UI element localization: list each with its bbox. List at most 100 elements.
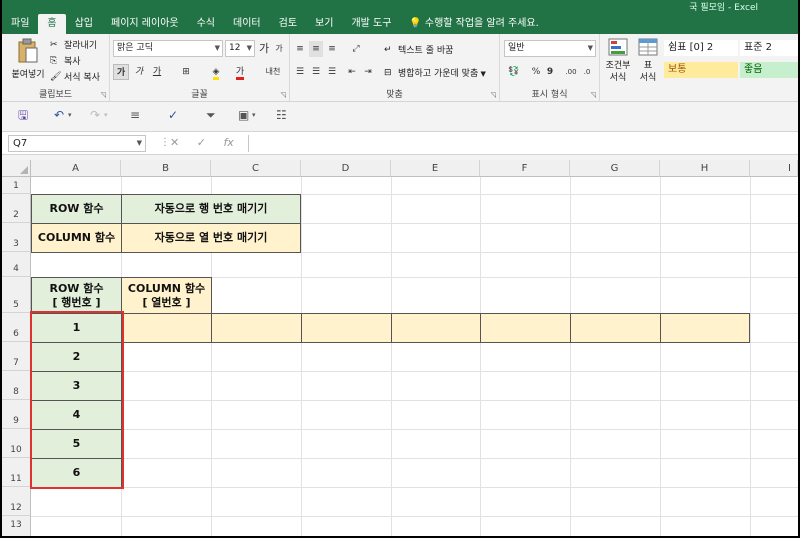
row-header-13[interactable]: 13: [2, 516, 31, 536]
number-format-select[interactable]: 일반 ▼: [504, 40, 596, 57]
tab-view[interactable]: 보기: [306, 14, 342, 34]
cut-button[interactable]: ✂ 잘라내기: [50, 38, 97, 52]
tab-insert[interactable]: 삽입: [66, 14, 102, 34]
increase-decimal-button[interactable]: .00: [564, 64, 578, 80]
align-bottom-button[interactable]: ≡: [325, 41, 339, 57]
redo-icon[interactable]: ↷: [90, 107, 100, 123]
dialog-launcher-icon[interactable]: ◹: [101, 91, 106, 99]
tab-page-layout[interactable]: 페이지 레이아웃: [102, 14, 188, 34]
row-header-6[interactable]: 6: [2, 313, 31, 342]
column-header-e[interactable]: E: [391, 160, 480, 177]
row-header-12[interactable]: 12: [2, 487, 31, 516]
cell-a5[interactable]: ROW 함수 [ 행번호 ]: [31, 277, 122, 314]
tell-me-search[interactable]: 💡 수행할 작업을 알려 주세요.: [400, 14, 547, 34]
comma-button[interactable]: 9: [544, 64, 556, 80]
align-center-button[interactable]: ☰: [309, 64, 323, 80]
camera-icon[interactable]: ▣: [238, 107, 249, 123]
form-icon[interactable]: ☷: [276, 107, 287, 123]
formula-input[interactable]: [248, 135, 796, 152]
row-header-2[interactable]: 2: [2, 194, 31, 223]
cell-h6[interactable]: [660, 313, 750, 343]
font-size-select[interactable]: 12 ▼: [225, 40, 255, 57]
align-middle-button[interactable]: ≡: [309, 41, 323, 57]
enter-icon[interactable]: ✓: [197, 136, 206, 149]
row-header-7[interactable]: 7: [2, 342, 31, 371]
border-button[interactable]: ⊞: [176, 64, 196, 80]
tab-home[interactable]: 홈: [38, 14, 66, 34]
row-header-9[interactable]: 9: [2, 400, 31, 429]
dialog-launcher-icon[interactable]: ◹: [491, 91, 496, 99]
wrap-text-button[interactable]: ↵ 텍스트 줄 바꿈: [384, 43, 453, 57]
cell-c6[interactable]: [211, 313, 302, 343]
cell-b5[interactable]: COLUMN 함수 [ 열번호 ]: [121, 277, 212, 314]
redo-dropdown-icon[interactable]: ▾: [104, 107, 108, 123]
cell-e6[interactable]: [391, 313, 481, 343]
decrease-decimal-button[interactable]: .0: [580, 64, 594, 80]
align-right-button[interactable]: ☰: [325, 64, 339, 80]
underline-button[interactable]: 가: [149, 64, 165, 80]
camera-dropdown-icon[interactable]: ▾: [252, 107, 256, 123]
paste-button[interactable]: 붙여넣기: [10, 38, 46, 80]
font-color-button[interactable]: 가: [230, 64, 250, 80]
cell-b6[interactable]: [121, 313, 212, 343]
style-neutral[interactable]: 보통: [664, 62, 738, 78]
column-header-g[interactable]: G: [570, 160, 660, 177]
style-normal-2[interactable]: 표준 2: [740, 40, 798, 56]
style-good[interactable]: 좋음: [740, 62, 798, 78]
decrease-indent-button[interactable]: ⇤: [345, 64, 359, 80]
row-header-4[interactable]: 4: [2, 252, 31, 277]
fill-color-button[interactable]: ◈: [206, 64, 226, 80]
filter-icon[interactable]: ⏷: [206, 107, 216, 123]
undo-dropdown-icon[interactable]: ▾: [68, 107, 72, 123]
phonetic-button[interactable]: 내천: [260, 64, 286, 80]
row-header-10[interactable]: 10: [2, 429, 31, 458]
style-comma0-2[interactable]: 쉼표 [0] 2: [664, 40, 738, 56]
cell-f6[interactable]: [480, 313, 571, 343]
insert-function-icon[interactable]: fx: [223, 136, 233, 149]
align-center-icon[interactable]: ≡: [130, 107, 140, 123]
conditional-format-button[interactable]: 조건부 서식: [604, 38, 632, 84]
tab-review[interactable]: 검토: [270, 14, 306, 34]
copy-button[interactable]: ⎘ 복사: [50, 54, 81, 68]
cell-d6[interactable]: [301, 313, 392, 343]
row-header-8[interactable]: 8: [2, 371, 31, 400]
cell-b2[interactable]: 자동으로 행 번호 매기기: [121, 194, 301, 224]
orientation-button[interactable]: ⤢: [345, 41, 367, 57]
save-icon[interactable]: 🖫: [18, 107, 28, 123]
cell-a3[interactable]: COLUMN 함수: [31, 223, 122, 253]
italic-button[interactable]: 가: [131, 64, 147, 80]
select-all-button[interactable]: [2, 160, 31, 177]
cell-g6[interactable]: [570, 313, 661, 343]
format-as-table-button[interactable]: 표 서식: [634, 38, 662, 84]
align-top-button[interactable]: ≡: [293, 41, 307, 57]
column-header-d[interactable]: D: [301, 160, 391, 177]
dialog-launcher-icon[interactable]: ◹: [591, 91, 596, 99]
grow-font-button[interactable]: 가: [257, 41, 271, 57]
shrink-font-button[interactable]: 가: [272, 41, 286, 57]
column-header-f[interactable]: F: [480, 160, 570, 177]
column-header-h[interactable]: H: [660, 160, 750, 177]
tab-developer[interactable]: 개발 도구: [342, 14, 400, 34]
font-name-select[interactable]: 맑은 고딕 ▼: [113, 40, 223, 57]
row-header-1[interactable]: 1: [2, 177, 31, 194]
tab-data[interactable]: 데이터: [224, 14, 270, 34]
align-left-button[interactable]: ☰: [293, 64, 307, 80]
percent-button[interactable]: %: [530, 64, 542, 80]
name-box[interactable]: Q7 ▼: [8, 135, 146, 152]
merge-center-button[interactable]: ⊟ 병합하고 가운데 맞춤 ▼: [384, 66, 486, 80]
row-header-3[interactable]: 3: [2, 223, 31, 252]
row-header-5[interactable]: 5: [2, 277, 31, 313]
format-painter-button[interactable]: 🖌 서식 복사: [50, 70, 100, 84]
increase-indent-button[interactable]: ⇥: [361, 64, 375, 80]
column-header-a[interactable]: A: [31, 160, 121, 177]
bold-button[interactable]: 가: [113, 64, 129, 80]
cancel-icon[interactable]: ✕: [170, 136, 179, 149]
column-header-i[interactable]: I: [750, 160, 798, 177]
column-header-c[interactable]: C: [211, 160, 301, 177]
tab-file[interactable]: 파일: [2, 14, 38, 34]
spelling-icon[interactable]: ✓: [168, 107, 178, 123]
accounting-format-button[interactable]: 💱: [504, 64, 524, 80]
column-header-b[interactable]: B: [121, 160, 211, 177]
row-header-11[interactable]: 11: [2, 458, 31, 487]
cell-b3[interactable]: 자동으로 열 번호 매기기: [121, 223, 301, 253]
